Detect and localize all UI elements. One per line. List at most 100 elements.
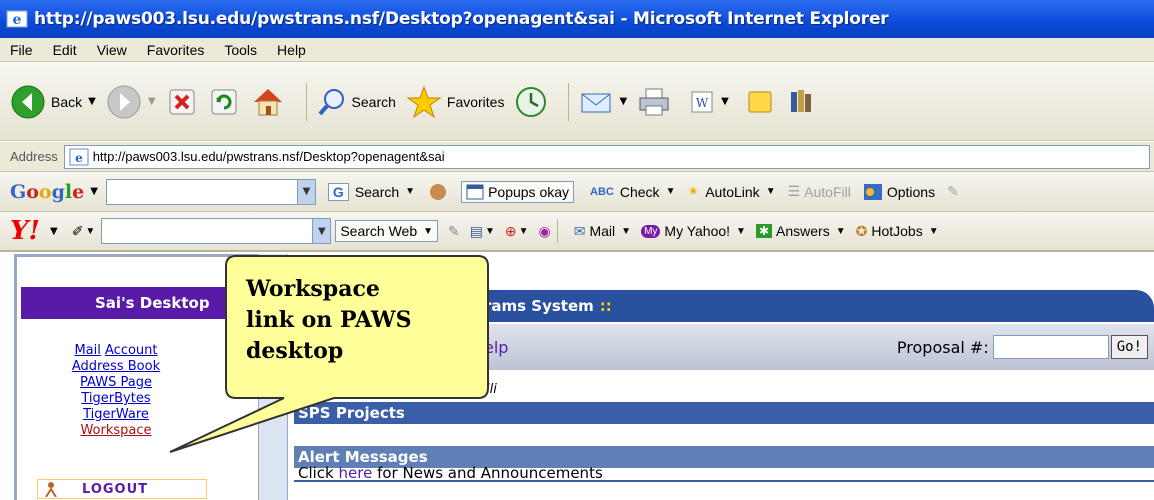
antispy-dropdown-icon[interactable]: ▼ xyxy=(519,226,529,237)
yahoo-pencil-icon: ✐ xyxy=(71,222,84,239)
mail-envelope-icon: ✉ xyxy=(573,222,586,239)
mail-link[interactable]: Mail xyxy=(74,343,100,358)
menu-view[interactable]: View xyxy=(97,42,127,58)
account-link[interactable]: Account xyxy=(105,343,158,358)
proposal-label: Proposal #: xyxy=(896,337,989,357)
answers-dropdown-icon[interactable]: ▼ xyxy=(836,226,846,237)
hotjobs-icon: ✪ xyxy=(855,222,868,239)
answers-button[interactable]: ✱ Answers ▼ xyxy=(755,223,846,239)
yahoo-toolbar: Y! ▼ ✐ ▼ ▼ Search Web ▼ ✎ ▤ ▼ ⊕ ▼ ◉ ✉ Ma… xyxy=(0,212,1154,252)
page-content: Sai's Desktop Mail Account Address Book … xyxy=(0,254,1154,500)
yahoo-mail-button[interactable]: ✉ Mail ▼ xyxy=(574,223,631,240)
yahoo-search-dropdown-icon[interactable]: ▼ xyxy=(312,219,331,243)
google-search-button[interactable]: G Search ▼ xyxy=(327,182,415,201)
menu-help[interactable]: Help xyxy=(277,42,306,58)
autolink-icon: ✴ xyxy=(687,183,700,199)
spell-check-icon: ABC xyxy=(590,185,614,198)
proposal-number-input[interactable] xyxy=(992,335,1109,359)
print-button[interactable] xyxy=(637,82,671,122)
google-menu-dropdown-icon[interactable]: ▼ xyxy=(90,186,98,197)
hotjobs-button[interactable]: ✪ HotJobs ▼ xyxy=(856,223,939,240)
mail-button[interactable]: ▼ xyxy=(579,82,627,122)
workspace-link[interactable]: Workspace xyxy=(80,423,151,438)
printer-icon xyxy=(639,88,669,115)
spell-check-button[interactable]: ABC Check ▼ xyxy=(590,184,675,200)
google-toolbar: Google ▼ ▼ G Search ▼ Popups okay ABC Ch… xyxy=(0,172,1154,212)
google-logo[interactable]: Google xyxy=(10,181,84,203)
stop-button[interactable] xyxy=(166,82,198,122)
google-search-dropdown-icon[interactable]: ▼ xyxy=(296,179,315,204)
history-icon xyxy=(516,86,547,117)
person-icon xyxy=(45,482,57,497)
pencil-icon: ✎ xyxy=(947,183,959,199)
yahoo-menu-dropdown-icon[interactable]: ▼ xyxy=(50,226,58,237)
favorites-star-icon xyxy=(406,85,442,118)
forward-button[interactable]: ▼ xyxy=(106,82,156,122)
yahoo-pencil-button[interactable]: ✐ ▼ xyxy=(72,223,96,240)
yahoo-antispy-button[interactable]: ⊕ ▼ xyxy=(505,223,529,240)
google-options-button[interactable]: Options xyxy=(863,183,935,201)
standard-toolbar: Back ▼ ▼ Search Favorites ▼ W ▼ xyxy=(0,63,1154,141)
back-arrow-icon xyxy=(11,85,45,118)
yahoo-logo[interactable]: Y! xyxy=(10,216,40,246)
yahoo-highlight-button[interactable]: ✎ xyxy=(448,223,460,240)
autofill-button[interactable]: ☰ AutoFill xyxy=(788,183,851,200)
my-yahoo-dropdown-icon[interactable]: ▼ xyxy=(736,226,746,237)
menu-tools[interactable]: Tools xyxy=(224,42,257,58)
google-search-input[interactable]: ▼ xyxy=(105,178,316,205)
google-g-icon: G xyxy=(327,182,349,201)
history-button[interactable] xyxy=(514,82,548,122)
search-button[interactable]: Search xyxy=(317,82,396,122)
autolink-button[interactable]: ✴ AutoLink ▼ xyxy=(687,183,775,200)
tigerware-link[interactable]: TigerWare xyxy=(83,407,149,422)
yahoo-search-input[interactable]: ▼ xyxy=(101,218,332,244)
toolbar-separator xyxy=(568,82,570,121)
favorites-button[interactable]: Favorites xyxy=(406,82,504,122)
edit-dropdown-icon[interactable]: ▼ xyxy=(721,96,729,107)
mail-dropdown-icon[interactable]: ▼ xyxy=(621,226,631,237)
yahoo-pencil-dropdown-icon[interactable]: ▼ xyxy=(85,226,95,237)
address-book-link[interactable]: Address Book xyxy=(72,359,160,374)
page-icon: e xyxy=(69,148,89,165)
yahoo-music-button[interactable]: ◉ xyxy=(539,223,551,240)
forward-arrow-icon xyxy=(107,85,141,118)
highlight-pencil-button[interactable]: ✎ xyxy=(947,183,959,200)
discuss-button[interactable] xyxy=(745,82,775,122)
back-dropdown-icon[interactable]: ▼ xyxy=(88,96,96,107)
yahoo-layout-button[interactable]: ▤ ▼ xyxy=(470,223,495,240)
search-web-button[interactable]: Search Web ▼ xyxy=(335,220,439,242)
menu-favorites[interactable]: Favorites xyxy=(147,42,205,58)
go-button[interactable]: Go! xyxy=(1110,335,1148,359)
logout-button[interactable]: LOGOUT xyxy=(37,479,207,499)
svg-text:e: e xyxy=(75,151,83,165)
search-web-dropdown-icon[interactable]: ▼ xyxy=(423,226,433,237)
home-icon xyxy=(253,88,282,115)
layout-dropdown-icon[interactable]: ▼ xyxy=(485,226,495,237)
refresh-icon xyxy=(211,89,237,114)
forward-dropdown-icon[interactable]: ▼ xyxy=(148,96,156,107)
address-input[interactable]: e http://paws003.lsu.edu/pwstrans.nsf/De… xyxy=(63,144,1150,169)
proposal-search: Proposal #: Go! xyxy=(897,335,1148,359)
home-button[interactable] xyxy=(250,82,286,122)
back-button[interactable]: Back ▼ xyxy=(10,82,96,122)
edit-word-button[interactable]: W ▼ xyxy=(689,82,729,122)
mail-dropdown-icon[interactable]: ▼ xyxy=(619,96,627,107)
check-dropdown-icon[interactable]: ▼ xyxy=(666,186,676,197)
hotjobs-dropdown-icon[interactable]: ▼ xyxy=(929,226,939,237)
autolink-dropdown-icon[interactable]: ▼ xyxy=(766,186,776,197)
research-button[interactable] xyxy=(785,82,817,122)
menu-file[interactable]: File xyxy=(10,42,33,58)
google-pagerank-button[interactable] xyxy=(427,181,449,203)
menu-edit[interactable]: Edit xyxy=(53,42,77,58)
annotation-callout: Workspace link on PAWS desktop xyxy=(169,254,490,453)
pagerank-icon xyxy=(430,183,447,200)
popups-okay-button[interactable]: Popups okay xyxy=(461,180,575,203)
address-label: Address xyxy=(10,149,58,164)
research-books-icon xyxy=(790,89,811,112)
paws-page-link[interactable]: PAWS Page xyxy=(80,375,152,390)
tigerbytes-link[interactable]: TigerBytes xyxy=(81,391,150,406)
highlight-pen-icon: ✎ xyxy=(448,222,460,239)
refresh-button[interactable] xyxy=(208,82,240,122)
google-search-dropdown-arrow-icon[interactable]: ▼ xyxy=(405,186,415,197)
my-yahoo-button[interactable]: My My Yahoo! ▼ xyxy=(641,223,746,239)
